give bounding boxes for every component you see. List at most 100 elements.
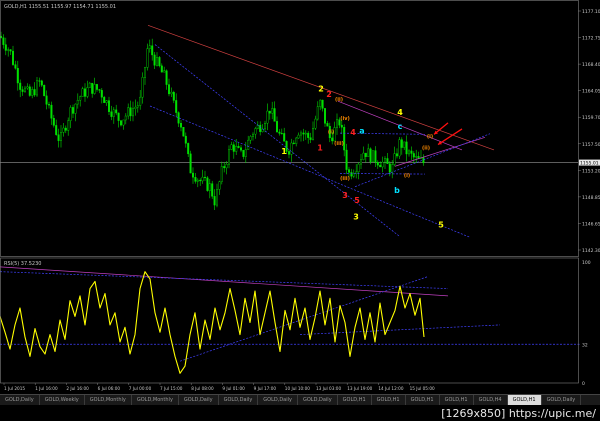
candle-body (268, 110, 271, 114)
rsi-tick-label: 0 (582, 381, 585, 387)
candle-body (314, 118, 317, 129)
candle-body (95, 84, 98, 90)
candle-body (254, 128, 257, 135)
candle-body (131, 108, 134, 117)
candle-body (384, 158, 387, 163)
candle-body (331, 137, 334, 142)
wave-label: a (359, 127, 364, 136)
candle-body (117, 112, 120, 121)
wave-label: c (398, 122, 403, 131)
candle-body (340, 124, 343, 128)
candle-body (362, 152, 365, 160)
x-tick-label: 13 Jul 19:00 (347, 386, 372, 391)
candle-body (273, 108, 276, 122)
candle-body (45, 95, 48, 105)
candle-body (134, 106, 137, 109)
footer: [1269x850] https://upic.me/ (0, 405, 600, 421)
candle-body (307, 132, 310, 138)
candle-body (396, 153, 399, 157)
candle-body (288, 151, 291, 155)
candle-body (352, 173, 355, 177)
candle-body (201, 176, 204, 182)
candle-body (211, 183, 214, 197)
candle-body (203, 176, 206, 179)
candle-body (376, 162, 379, 166)
candle-body (350, 172, 353, 177)
candle-body (386, 158, 389, 164)
y-tick-label: 1177.10 (582, 9, 600, 15)
candle-body (225, 163, 228, 169)
wave-label: (i) (427, 134, 433, 140)
candle-body (415, 156, 418, 158)
candle-body (124, 115, 127, 121)
current-price-label: 1155.01 (580, 161, 599, 167)
candle-body (187, 143, 190, 155)
wave-label: (iii) (334, 141, 344, 147)
wave-label: 3 (342, 191, 348, 200)
candle-body (158, 57, 161, 67)
candle-body (172, 91, 175, 101)
candle-body (119, 120, 122, 126)
candle-body (31, 89, 34, 96)
y-tick-label: 1153.20 (582, 168, 600, 174)
candle-body (19, 82, 22, 90)
candle-body (48, 104, 51, 106)
candle-body (324, 108, 327, 124)
y-tick-label: 1157.50 (582, 142, 600, 148)
candle-body (40, 80, 43, 86)
wave-label: 4 (397, 108, 403, 117)
x-tick-label: 2 Jul 16:00 (66, 386, 89, 391)
candle-body (388, 163, 391, 173)
candle-body (21, 89, 24, 92)
candle-body (304, 132, 307, 135)
wave-label: (i) (328, 130, 334, 136)
candle-body (357, 163, 360, 173)
candle-body (403, 141, 406, 148)
x-tick-label: 1 Jul 16:00 (35, 386, 58, 391)
x-tick-label: 6 Jul 06:00 (98, 386, 121, 391)
candle-body (372, 150, 375, 163)
candle-body (141, 77, 144, 98)
wave-label: (ii) (422, 145, 430, 151)
x-tick-label: 7 Jul 00:00 (129, 386, 152, 391)
candle-body (129, 107, 132, 117)
candle-body (410, 150, 413, 154)
candle-body (218, 181, 221, 190)
candle-body (405, 141, 408, 155)
candle-body (83, 88, 86, 97)
x-tick-label: 15 Jul 05:00 (410, 386, 435, 391)
candle-body (302, 132, 305, 135)
candle-body (50, 104, 53, 119)
candle-body (367, 148, 370, 157)
candle-body (76, 100, 79, 105)
candle-body (175, 100, 178, 113)
candle-body (292, 142, 295, 144)
candle-body (107, 100, 110, 112)
trendline (154, 44, 401, 237)
candle-body (11, 50, 14, 65)
chart-canvas[interactable]: GOLD,H1 1155.51 1155.97 1154.71 1155.01 … (0, 0, 600, 421)
candle-body (379, 164, 382, 168)
x-tick-label: 13 Jul 03:00 (316, 386, 341, 391)
chart-title: GOLD,H1 1155.51 1155.97 1154.71 1155.01 (4, 4, 116, 10)
candle-body (283, 133, 286, 142)
wave-label: 1 (281, 147, 287, 156)
candle-body (103, 96, 106, 103)
candle-body (223, 166, 226, 169)
candle-body (122, 119, 125, 126)
candle-body (276, 121, 279, 133)
y-tick-label: 1164.05 (582, 89, 600, 95)
candle-body (28, 86, 31, 96)
candle-body (326, 123, 329, 127)
candle-body (9, 49, 12, 52)
candle-body (266, 110, 269, 124)
candle-body (242, 150, 245, 157)
wave-label: (i) (404, 173, 410, 179)
watermark-text: [1269x850] https://upic.me/ (441, 407, 596, 420)
x-tick-label: 8 Jul 08:00 (191, 386, 214, 391)
candle-body (24, 87, 27, 92)
candle-body (110, 111, 113, 117)
wave-label: (ii) (335, 97, 343, 103)
candle-body (91, 82, 94, 94)
rsi-label: RSI(5) 37.5230 (4, 261, 41, 267)
